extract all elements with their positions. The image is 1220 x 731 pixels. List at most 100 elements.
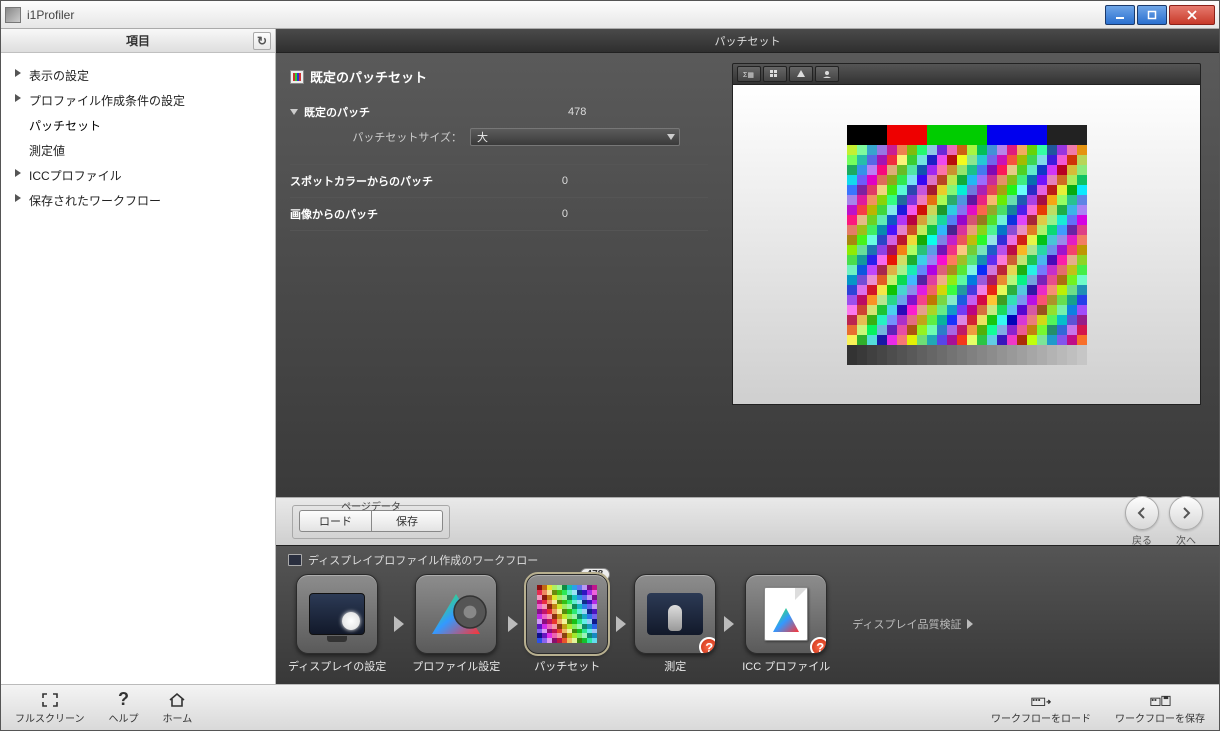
chevron-right-icon [616,616,626,632]
workflow-label: プロファイル設定 [412,658,500,674]
workflow-item[interactable]: ? 測定 [634,574,716,674]
view-grid-button[interactable] [763,66,787,82]
workflow-item[interactable]: プロファイル設定 [412,574,500,674]
monitor-icon [288,554,302,566]
default-patch-label: 既定のパッチ [304,104,370,120]
sidebar-header: 項目 ↻ [1,29,275,53]
next-button[interactable] [1169,496,1203,530]
pagedata-bar: ページデータ ロード 保存 戻る 次へ [276,497,1219,545]
titlebar: i1Profiler [1,1,1219,29]
spot-color-count: 0 [562,175,708,187]
workflow-strip: ディスプレイプロファイル作成のワークフロー ディスプレイの設定 プロファイル設定 4… [276,545,1219,684]
workflow-tile: ? [745,574,827,654]
sidebar-item-label: プロファイル作成条件の設定 [29,94,185,108]
sidebar-item[interactable]: パッチセット [11,113,265,138]
workflow-item[interactable]: ? ICC プロファイル [742,574,830,674]
chevron-right-icon [967,619,973,629]
chevron-right-icon [15,194,21,202]
sidebar-item[interactable]: 保存されたワークフロー [11,188,265,213]
sidebar-item-label: 保存されたワークフロー [29,194,161,208]
workflow-item[interactable]: ディスプレイの設定 [288,574,386,674]
workflow-title: ディスプレイプロファイル作成のワークフロー [308,552,538,568]
sidebar-item[interactable]: ICCプロファイル [11,163,265,188]
maximize-button[interactable] [1137,5,1167,25]
help-icon: ? [113,691,135,709]
footer: フルスクリーン ? ヘルプ ホーム ワークフローをロード ワークフローを保存 [1,684,1219,730]
pagedata-legend: ページデータ [337,498,405,513]
default-patch-count: 478 [568,106,708,118]
view-list-button[interactable]: Σ▦ [737,66,761,82]
workflow-tile [526,574,608,654]
patch-size-label: パッチセットサイズ： [290,129,470,145]
default-patch-header[interactable]: 既定のパッチ 478 [290,100,708,124]
workflow-tile: ? [634,574,716,654]
patch-size-select[interactable]: 大 [470,128,680,146]
back-button[interactable] [1125,496,1159,530]
preview-toolbar: Σ▦ [732,63,1201,85]
chevron-right-icon [724,616,734,632]
close-button[interactable] [1169,5,1215,25]
workflow-label: 測定 [664,658,686,674]
main-area: パッチセット 既定のパッチセット 既定のパッチ [276,29,1219,684]
pagedata-fieldset: ページデータ ロード 保存 [292,505,450,539]
save-button[interactable]: 保存 [371,510,443,532]
workflow-label: ICC プロファイル [742,658,830,674]
quality-check-link[interactable]: ディスプレイ品質検証 [852,616,973,632]
spot-color-label: スポットカラーからのパッチ [290,173,433,189]
workflow-tile [415,574,497,654]
preview-panel: Σ▦ [726,53,1219,497]
workflow-label: ディスプレイの設定 [288,658,386,674]
main-header-title: パッチセット [715,33,781,49]
image-patch-label: 画像からのパッチ [290,206,378,222]
spot-color-header[interactable]: スポットカラーからのパッチ 0 [290,164,708,198]
settings-panel: 既定のパッチセット 既定のパッチ 478 パッチセットサイズ： [276,53,726,497]
home-button[interactable]: ホーム [163,691,193,725]
workflow-save-button[interactable]: ワークフローを保存 [1115,691,1205,725]
patchset-icon [290,70,304,84]
help-button[interactable]: ? ヘルプ [109,691,139,725]
image-patch-header[interactable]: 画像からのパッチ 0 [290,198,708,231]
chevron-right-icon [15,69,21,77]
sidebar-item-label: 測定値 [29,144,65,158]
preview-box [732,85,1201,405]
workflow-item[interactable]: 478パッチセット [526,574,608,674]
sidebar-list: 表示の設定プロファイル作成条件の設定パッチセット測定値 ICCプロファイル保存され… [1,53,275,223]
sidebar-item[interactable]: 表示の設定 [11,63,265,88]
view-single-button[interactable] [789,66,813,82]
warning-icon: ? [810,637,827,654]
patch-preview-grid [847,125,1087,365]
image-patch-count: 0 [562,208,708,220]
sidebar-item-label: 表示の設定 [29,69,89,83]
fullscreen-icon [39,691,61,709]
chevron-right-icon [394,616,404,632]
workflow-tile [296,574,378,654]
refresh-button[interactable]: ↻ [253,32,271,50]
workflow-save-icon [1149,691,1171,709]
app-window: i1Profiler 項目 ↻ 表示の設定プロファイル作成条件の設定パッチセット… [0,0,1220,731]
svg-text:Σ▦: Σ▦ [743,72,754,79]
sidebar-item-label: ICCプロファイル [29,169,122,183]
workflow-label: パッチセット [534,658,600,674]
main-header: パッチセット [276,29,1219,53]
window-buttons [1105,5,1215,25]
workflow-row: ディスプレイの設定 プロファイル設定 478パッチセット? 測定? ICC プロファイル… [288,574,1207,674]
minimize-button[interactable] [1105,5,1135,25]
app-title: i1Profiler [27,8,1105,22]
view-profile-button[interactable] [815,66,839,82]
sidebar-item[interactable]: 測定値 [11,138,265,163]
chevron-down-icon [290,109,298,115]
load-button[interactable]: ロード [299,510,371,532]
workflow-load-button[interactable]: ワークフローをロード [991,691,1091,725]
chevron-right-icon [508,616,518,632]
app-icon [5,7,21,23]
fullscreen-button[interactable]: フルスクリーン [15,691,85,725]
sidebar-item[interactable]: プロファイル作成条件の設定 [11,88,265,113]
chevron-right-icon [15,169,21,177]
sidebar-title: 項目 [126,32,150,49]
patch-size-value: 大 [477,129,488,145]
sidebar-item-label: パッチセット [29,119,101,133]
panel-title: 既定のパッチセット [310,67,427,86]
home-icon [166,691,188,709]
sidebar: 項目 ↻ 表示の設定プロファイル作成条件の設定パッチセット測定値 ICCプロファイ… [1,29,276,684]
chevron-down-icon [667,134,675,140]
